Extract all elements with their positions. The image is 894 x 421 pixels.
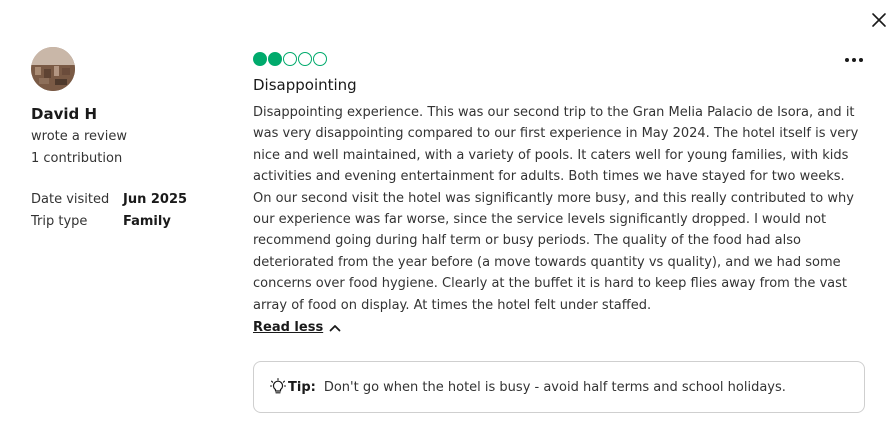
detail-value: Family <box>123 213 171 229</box>
contribution-count: 1 contribution <box>31 151 123 166</box>
rating-bubbles <box>253 50 865 68</box>
review-title: Disappointing <box>253 76 357 94</box>
tip-box: Tip: Don't go when the hotel is busy - a… <box>253 361 865 413</box>
review-action-text: wrote a review <box>31 129 127 144</box>
detail-value: Jun 2025 <box>123 191 188 207</box>
detail-label: Trip type <box>31 213 88 229</box>
read-less-label: Read less <box>253 320 324 336</box>
avatar-image <box>31 47 75 91</box>
rating-bubble-filled <box>253 52 267 66</box>
rating-bubble-empty <box>298 52 312 66</box>
detail-label: Date visited <box>31 191 110 207</box>
review-content: Disappointing Disappointing experience. … <box>253 50 865 335</box>
detail-row-date-visited: Date visited Jun 2025 <box>31 188 231 210</box>
reviewer-name[interactable]: David H <box>31 105 231 123</box>
tip-text: Don't go when the hotel is busy - avoid … <box>323 379 786 395</box>
lightbulb-icon <box>270 378 286 394</box>
close-icon <box>872 13 886 27</box>
chevron-up-icon <box>329 324 341 331</box>
rating-bubble-filled <box>268 52 282 66</box>
avatar[interactable] <box>31 47 75 91</box>
read-less-button[interactable]: Read less <box>253 320 341 335</box>
review-body: Disappointing experience. This was our s… <box>253 105 859 313</box>
reviewer-panel: David H wrote a review 1 contribution Da… <box>31 47 231 232</box>
rating-bubble-empty <box>313 52 327 66</box>
detail-row-trip-type: Trip type Family <box>31 210 231 232</box>
rating-bubble-empty <box>283 52 297 66</box>
tip-label: Tip: <box>288 379 316 395</box>
trip-details: Date visited Jun 2025 Trip type Family <box>31 188 231 232</box>
close-button[interactable] <box>869 10 889 30</box>
